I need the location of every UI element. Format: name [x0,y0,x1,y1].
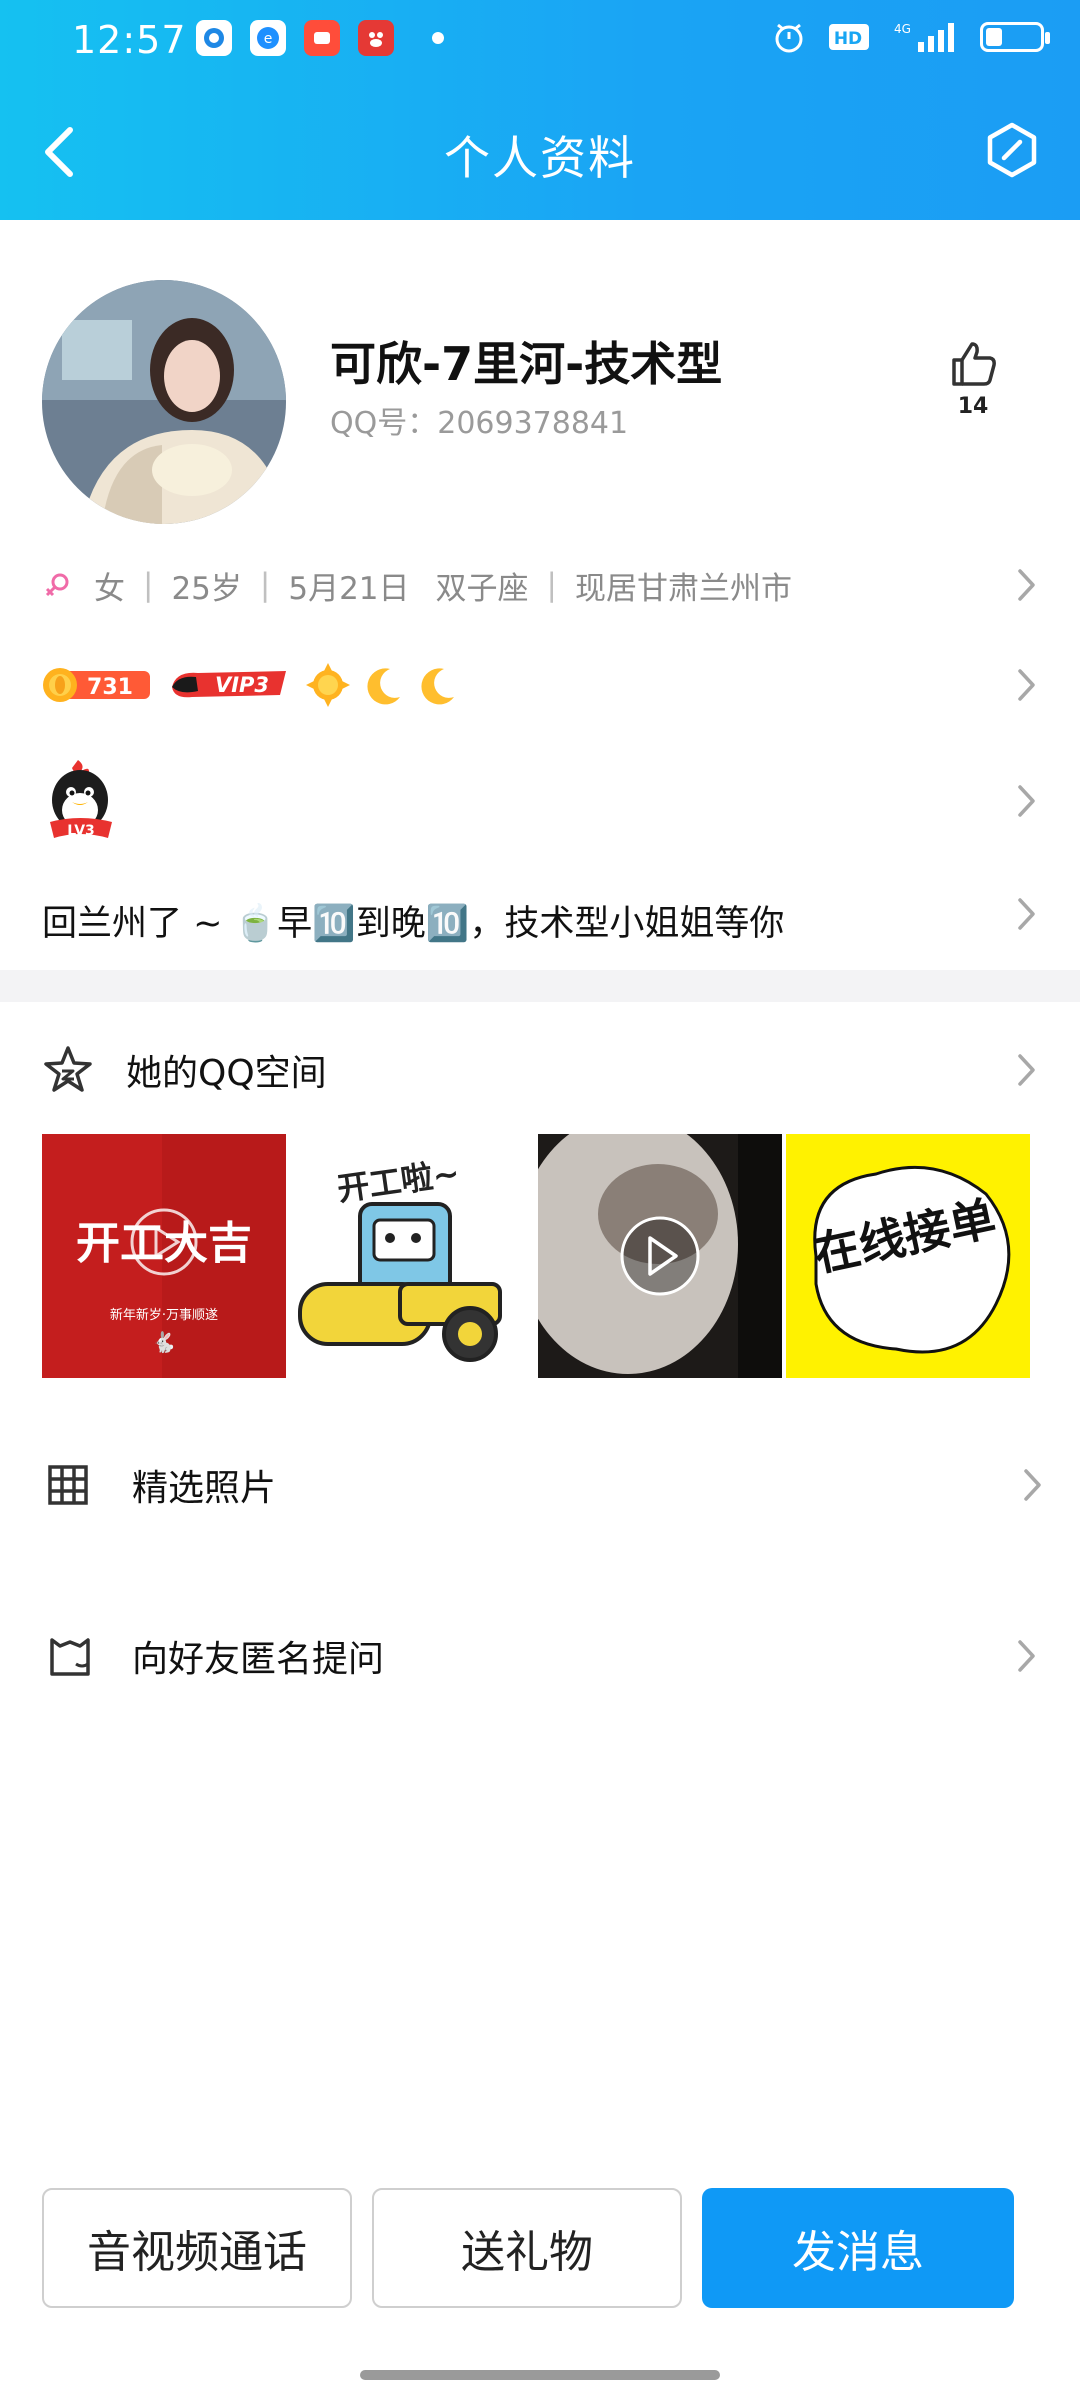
female-gender-icon [45,573,69,597]
video-app-notification-icon [304,20,340,56]
age: 25岁 [171,570,242,607]
divider: | [259,567,271,603]
signature-text: 回兰州了 ~ 🍵早🔟到晚🔟，技术型小姐姐等你 [42,903,785,944]
svg-text:开工大吉: 开工大吉 [76,1218,252,1269]
zodiac: 双子座 [435,570,529,607]
qzone-star-icon [44,1046,92,1092]
moon-level-icon [421,668,454,705]
anonymous-box-icon [50,1638,90,1676]
header-bar: 12:57 e HD 4G 个人资料 [0,0,1080,220]
birthday: 5月21日 [288,570,410,607]
menu-item-label: 向好友匿名提问 [132,1639,385,1680]
notification-icons: e [196,20,444,56]
qzone-row[interactable]: 她的QQ空间 [42,1040,1056,1100]
qzone-thumbnail[interactable] [538,1134,782,1378]
qq-level-row[interactable]: LV3 [42,756,1056,846]
navigation-bar: 个人资料 [0,84,1080,220]
qq-penguin-icon: LV3 [50,760,112,839]
qzone-thumbnail[interactable]: 开工啦~ [290,1134,534,1378]
thumbs-up-icon [952,342,996,386]
hd-icon: HD [829,24,869,50]
svg-text:4G: 4G [894,22,911,36]
moon-level-icon [367,668,400,705]
chevron-right-icon [1018,1054,1035,1086]
alarm-icon [775,23,803,53]
status-bar: 12:57 e HD 4G [0,0,1080,84]
chevron-right-icon [1018,898,1035,930]
send-message-button[interactable]: 发消息 [702,2188,1014,2308]
battery-icon [980,22,1050,52]
qzone-thumbnail[interactable]: 开工大吉 新年新岁·万事顺遂 🐇 [42,1134,286,1378]
profile-name: 可欣-7里河-技术型 [330,337,723,391]
menu-item-label: 精选照片 [132,1468,277,1509]
app-notification-icon [196,20,232,56]
chevron-right-icon [1018,669,1035,701]
qzone-title: 她的QQ空间 [126,1053,327,1094]
gender: 女 [94,570,125,607]
status-time: 12:57 [72,18,187,62]
system-icons: HD 4G [772,20,1050,54]
avatar[interactable] [42,280,286,524]
hexagon-settings-icon[interactable] [984,122,1040,178]
svg-text:VIP3: VIP3 [215,673,269,697]
svg-text:HD: HD [834,29,862,49]
qq-number: QQ号：2069378841 [330,406,629,441]
home-indicator[interactable] [360,2370,720,2380]
signature-row[interactable]: 回兰州了 ~ 🍵早🔟到晚🔟，技术型小姐姐等你 [42,890,1056,950]
divider: | [143,567,154,603]
svg-text:731: 731 [87,675,133,700]
svg-text:e: e [264,31,273,47]
sun-level-icon [306,663,350,707]
points-badge: 731 [43,668,150,702]
badges-row[interactable]: 731 VIP3 [42,655,1056,715]
qzone-thumbnail[interactable]: 在线接单 [786,1134,1030,1378]
divider: | [546,567,557,603]
baidu-notification-icon [358,20,394,56]
basic-info-row[interactable]: 女 | 25岁 | 5月21日 双子座 | 现居甘肃兰州市 [42,560,1056,610]
send-gift-button[interactable]: 送礼物 [372,2188,682,2308]
eleme-notification-icon: e [250,20,286,56]
vip-badge: VIP3 [172,671,286,698]
chevron-right-icon [1018,1640,1035,1672]
svg-text:新年新岁·万事顺遂: 新年新岁·万事顺遂 [110,1307,218,1323]
grid-icon [48,1465,88,1505]
like-button[interactable]: 14 [940,338,1006,419]
chevron-right-icon [1024,1469,1041,1501]
svg-text:🐇: 🐇 [152,1330,177,1354]
signal-icon: 4G [894,22,954,52]
chevron-right-icon [1018,785,1035,817]
more-notifications-dot [432,32,444,44]
location: 现居甘肃兰州市 [574,570,792,607]
chevron-right-icon [1018,569,1035,601]
svg-text:LV3: LV3 [67,823,95,839]
like-count: 14 [957,394,989,419]
section-divider [0,970,1080,1002]
menu-item-featured-photos[interactable]: 精选照片 [42,1455,1056,1515]
page-title: 个人资料 [444,131,636,185]
menu-item-anonymous-question[interactable]: 向好友匿名提问 [42,1626,1056,1686]
av-call-button[interactable]: 音视频通话 [42,2188,352,2308]
